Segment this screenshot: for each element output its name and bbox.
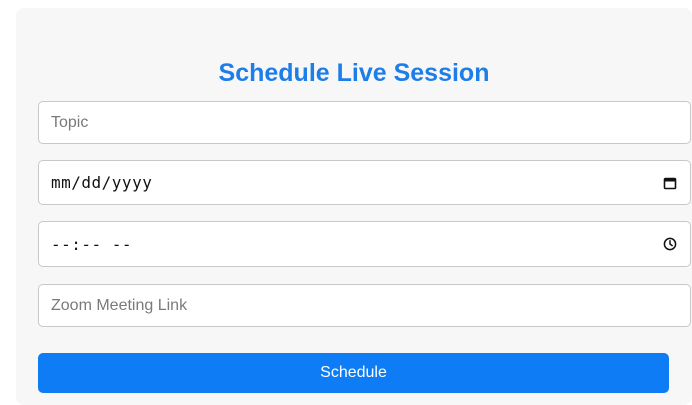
page-title: Schedule Live Session xyxy=(218,59,490,87)
zoom-link-placeholder: Zoom Meeting Link xyxy=(51,296,188,314)
clock-icon[interactable] xyxy=(662,236,678,252)
time-value: --:-- -- xyxy=(51,234,133,254)
schedule-session-card: Schedule Live Session Topic mm/dd/yyyy -… xyxy=(16,8,692,405)
zoom-link-input[interactable]: Zoom Meeting Link xyxy=(38,284,691,327)
calendar-icon[interactable] xyxy=(662,175,678,191)
time-input[interactable]: --:-- -- xyxy=(38,221,691,267)
topic-placeholder: Topic xyxy=(51,113,89,131)
schedule-button[interactable]: Schedule xyxy=(38,353,669,393)
date-value: mm/dd/yyyy xyxy=(51,173,153,192)
date-input[interactable]: mm/dd/yyyy xyxy=(38,160,691,205)
topic-input[interactable]: Topic xyxy=(38,101,691,144)
